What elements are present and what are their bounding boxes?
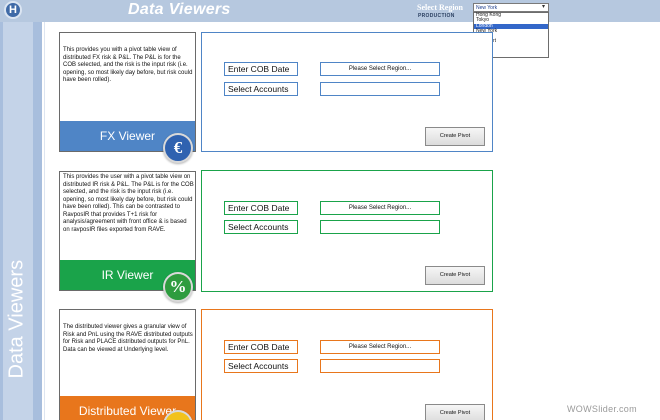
- ir-cob-date-label: Enter COB Date: [224, 201, 298, 215]
- ir-viewer-form: Enter COB Date Please Select Region... S…: [201, 170, 493, 292]
- fx-create-pivot-button[interactable]: Create Pivot: [425, 127, 485, 146]
- side-banner-title: Data Viewers: [5, 259, 28, 379]
- fx-accounts-label: Select Accounts: [224, 82, 298, 96]
- percent-icon: %: [163, 272, 193, 302]
- ir-region-select[interactable]: Please Select Region...: [320, 201, 440, 215]
- ir-viewer-description: This provides the user with a pivot tabl…: [63, 174, 194, 233]
- distributed-accounts-input[interactable]: [320, 359, 440, 373]
- distributed-create-pivot-button[interactable]: Create Pivot: [425, 404, 485, 420]
- distributed-viewer-description: The distributed viewer gives a granular …: [63, 324, 193, 353]
- fx-region-select[interactable]: Please Select Region...: [320, 62, 440, 76]
- watermark: WOWSlider.com: [567, 404, 637, 414]
- fx-accounts-input[interactable]: [320, 82, 440, 96]
- distributed-cob-date-label: Enter COB Date: [224, 340, 298, 354]
- ir-accounts-input[interactable]: [320, 220, 440, 234]
- distributed-viewer-card: The distributed viewer gives a granular …: [59, 309, 196, 420]
- region-dropdown[interactable]: New York ▾: [473, 3, 549, 12]
- region-label: Select Region: [417, 3, 463, 12]
- app-title: Data Viewers: [128, 1, 231, 18]
- region-dropdown-value: New York: [476, 5, 498, 11]
- distributed-region-select[interactable]: Please Select Region...: [320, 340, 440, 354]
- euro-icon: €: [163, 133, 193, 163]
- environment-label: PRODUCTION: [418, 13, 455, 19]
- side-banner: Data Viewers: [0, 22, 42, 420]
- ir-create-pivot-button[interactable]: Create Pivot: [425, 266, 485, 285]
- logo-icon: H: [4, 1, 22, 19]
- divider: [44, 22, 45, 420]
- header-bar: H Data Viewers Select Region PRODUCTION: [0, 0, 660, 22]
- fx-viewer-form: Enter COB Date Please Select Region... S…: [201, 32, 493, 152]
- fx-cob-date-label: Enter COB Date: [224, 62, 298, 76]
- chevron-down-icon[interactable]: ▾: [540, 4, 547, 11]
- distributed-accounts-label: Select Accounts: [224, 359, 298, 373]
- ir-accounts-label: Select Accounts: [224, 220, 298, 234]
- fx-viewer-description: This provides you with a pivot table vie…: [63, 47, 193, 83]
- data-viewers-sheet: H Data Viewers Select Region PRODUCTION …: [0, 0, 660, 420]
- distributed-viewer-form: Enter COB Date Please Select Region... S…: [201, 309, 493, 420]
